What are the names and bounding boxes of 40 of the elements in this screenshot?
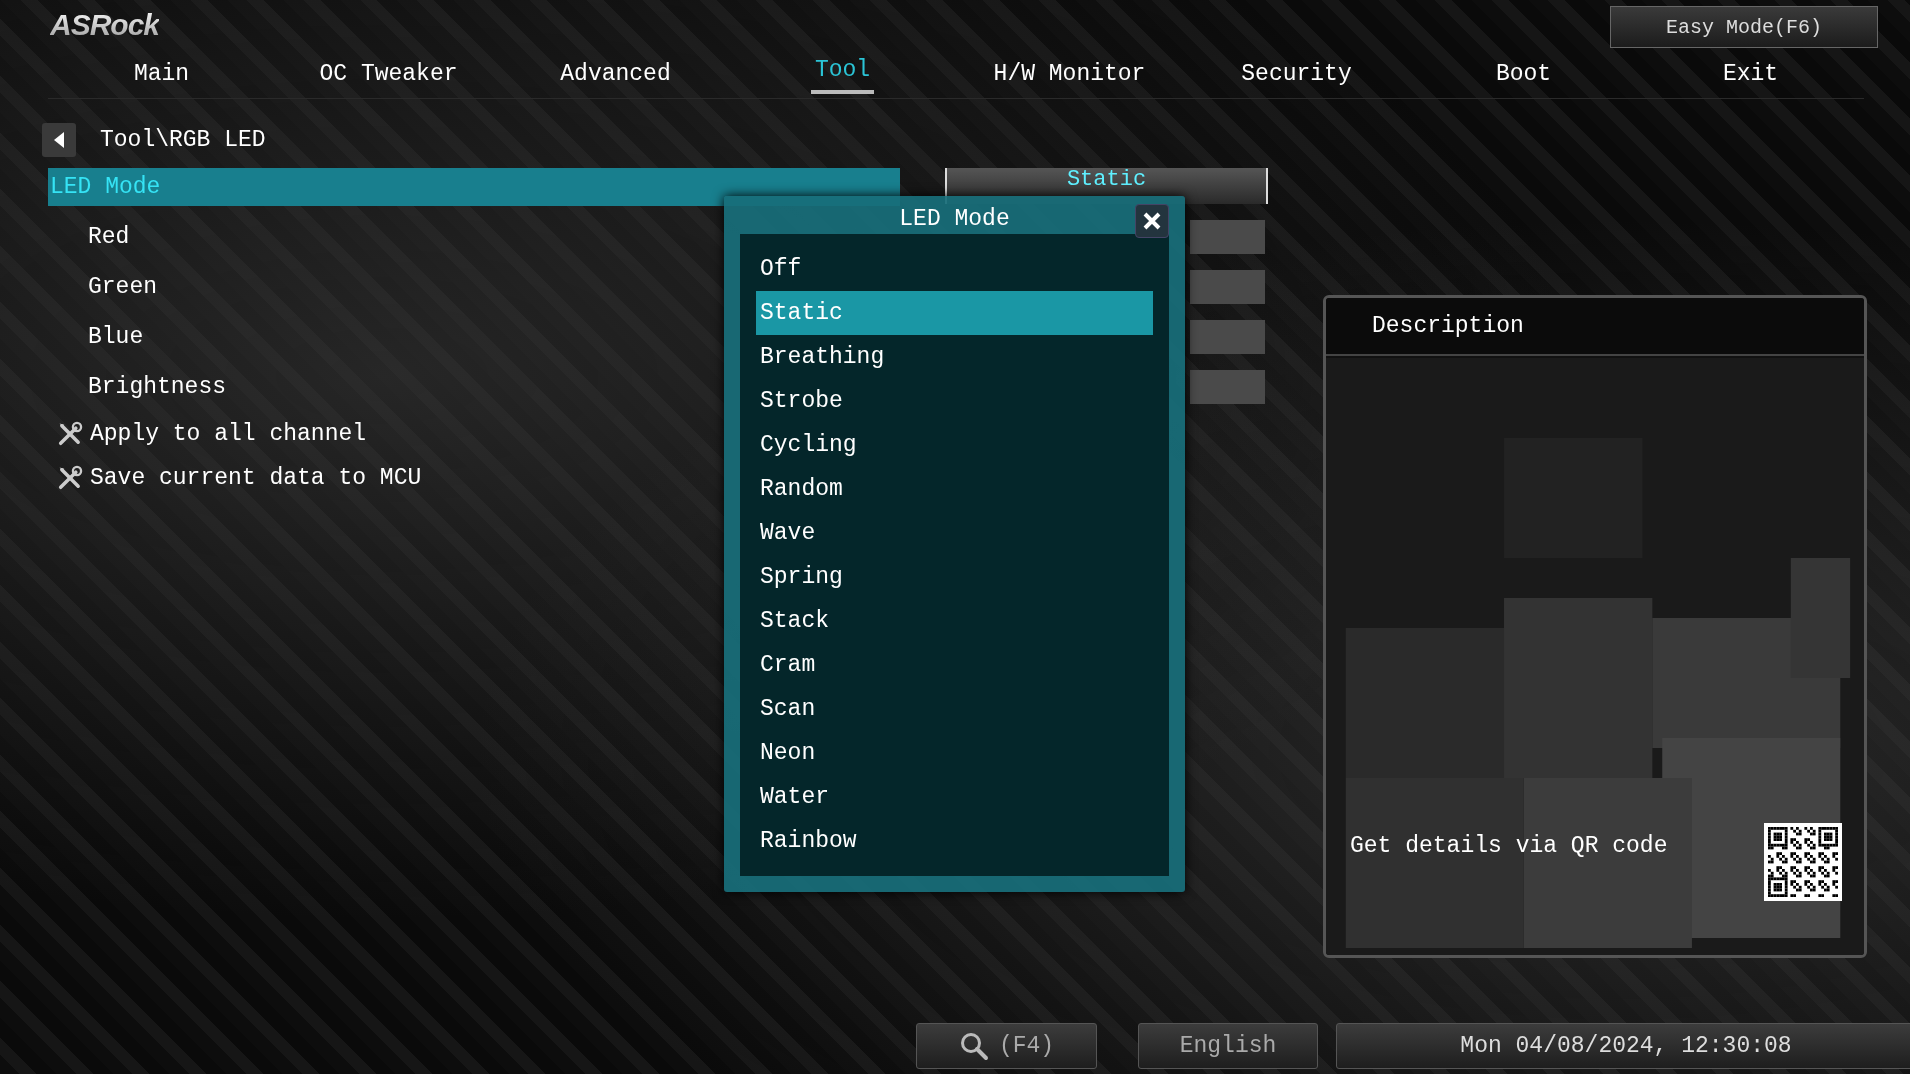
tab[interactable]: Main bbox=[48, 50, 275, 98]
value-field[interactable] bbox=[1190, 270, 1265, 304]
tab[interactable]: Boot bbox=[1410, 50, 1637, 98]
breadcrumb: Tool\RGB LED bbox=[100, 127, 266, 153]
list-option[interactable]: Stack bbox=[756, 599, 1153, 643]
dialog-title: LED Mode bbox=[899, 206, 1010, 232]
search-button[interactable]: (F4) bbox=[916, 1023, 1097, 1069]
easy-mode-button[interactable]: Easy Mode(F6) bbox=[1610, 6, 1878, 48]
search-icon bbox=[958, 1031, 989, 1061]
list-option[interactable]: Breathing bbox=[756, 335, 1153, 379]
list-option[interactable]: Cycling bbox=[756, 423, 1153, 467]
language-button[interactable]: English bbox=[1138, 1023, 1318, 1069]
qr-code bbox=[1768, 827, 1838, 897]
back-button[interactable] bbox=[42, 123, 76, 157]
tools-icon bbox=[56, 420, 84, 448]
tab[interactable]: Tool bbox=[810, 50, 875, 94]
tab[interactable]: Security bbox=[1183, 50, 1410, 98]
list-option[interactable]: Water bbox=[756, 775, 1153, 819]
panel-title: Description bbox=[1372, 313, 1524, 339]
list-option[interactable]: Wave bbox=[756, 511, 1153, 555]
value-field[interactable] bbox=[1190, 320, 1265, 354]
list-option[interactable]: Rainbow bbox=[756, 819, 1153, 863]
value-field[interactable] bbox=[1190, 370, 1265, 404]
tab[interactable]: H/W Monitor bbox=[956, 50, 1183, 98]
list-option[interactable]: Random bbox=[756, 467, 1153, 511]
qr-hint: Get details via QR code bbox=[1350, 833, 1668, 859]
list-option[interactable]: Neon bbox=[756, 731, 1153, 775]
close-icon bbox=[1143, 212, 1161, 230]
tools-icon bbox=[56, 464, 84, 492]
back-arrow-icon bbox=[52, 131, 66, 149]
close-button[interactable] bbox=[1135, 204, 1169, 238]
tab[interactable]: Exit bbox=[1637, 50, 1864, 98]
list-option[interactable]: Scan bbox=[756, 687, 1153, 731]
list-option[interactable]: Strobe bbox=[756, 379, 1153, 423]
date-time: Mon 04/08/2024, 12:30:08 bbox=[1336, 1023, 1910, 1069]
list-option[interactable]: Spring bbox=[756, 555, 1153, 599]
tab[interactable]: Advanced bbox=[502, 50, 729, 98]
tab[interactable]: OC Tweaker bbox=[275, 50, 502, 98]
value-field[interactable] bbox=[1190, 220, 1265, 254]
list-option[interactable]: Cram bbox=[756, 643, 1153, 687]
